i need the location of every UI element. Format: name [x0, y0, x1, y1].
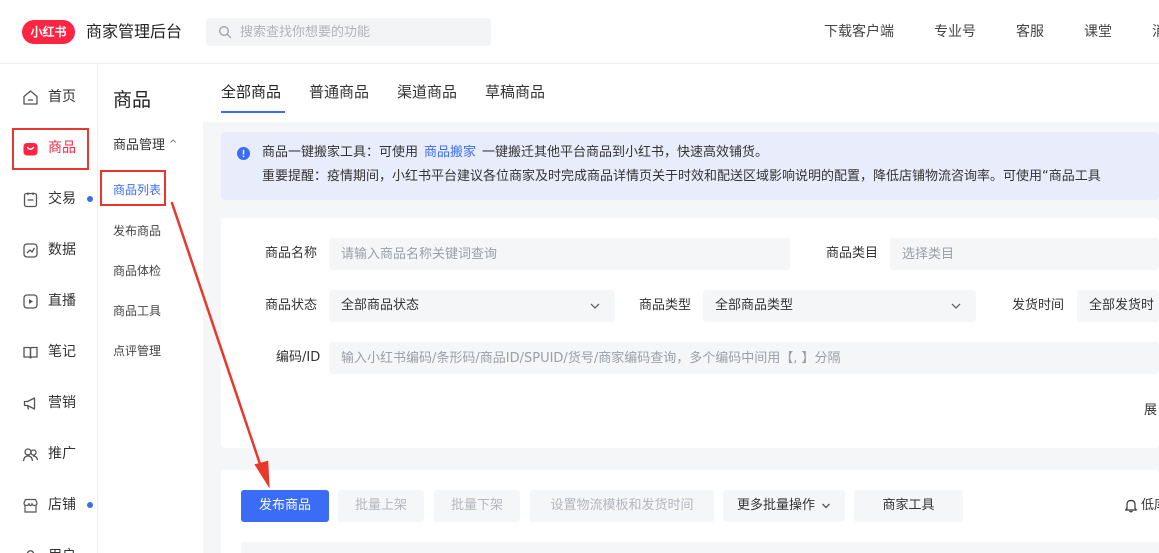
- main-sidebar: 首页 商品 交易 数据 直播 笔记 营销 推广 店铺: [0, 64, 98, 553]
- category-select[interactable]: [890, 238, 1159, 270]
- product-tabs: 全部商品 普通商品 渠道商品 草稿商品: [203, 64, 1159, 122]
- sidebar-item-marketing[interactable]: 营销: [10, 383, 90, 423]
- sidebar-item-trade[interactable]: 交易: [10, 179, 93, 219]
- info-icon: [237, 147, 250, 160]
- notice-line-1: 商品一键搬家工具：可使用 商品搬家 一键搬迁其他平台商品到小红书，快速高效铺货。: [262, 144, 768, 162]
- play-icon: [23, 294, 38, 309]
- tab-normal-products[interactable]: 普通商品: [309, 82, 369, 102]
- chevron-down-icon: [590, 303, 600, 309]
- select-value: 全部商品类型: [715, 298, 794, 313]
- product-type-select[interactable]: 全部商品类型: [703, 290, 976, 322]
- bell-icon: [1124, 499, 1138, 513]
- sidebar-item-label: 数据: [48, 242, 76, 258]
- notice-text: 一键搬迁其他平台商品到小红书，快速高效铺货。: [482, 145, 769, 160]
- action-toolbar: 发布商品 批量上架 批量下架 设置物流模板和发货时间 更多批量操作 商家工具 低…: [221, 470, 1159, 553]
- notice-banner: 商品一键搬家工具：可使用 商品搬家 一键搬迁其他平台商品到小红书，快速高效铺货。 重…: [221, 132, 1159, 200]
- xiaohongshu-logo[interactable]: 小红书: [22, 20, 75, 44]
- sidebar-item-products[interactable]: 商品: [10, 128, 90, 168]
- sidebar-item-label: 笔记: [48, 344, 76, 360]
- subnav-group-product-management[interactable]: 商品管理 ^: [113, 136, 177, 155]
- filter-label-name: 商品名称: [265, 246, 318, 261]
- button-label: 更多批量操作: [736, 498, 815, 513]
- select-value: 全部商品状态: [341, 298, 420, 313]
- tab-draft-products[interactable]: 草稿商品: [485, 82, 545, 102]
- top-bar: 小红书 商家管理后台 下载客户端 专业号 客服 课堂 消: [0, 0, 1159, 64]
- chevron-down-icon: [822, 503, 830, 508]
- sidebar-item-notes[interactable]: 笔记: [10, 332, 90, 372]
- book-icon: [23, 346, 38, 359]
- tab-channel-products[interactable]: 渠道商品: [397, 82, 457, 102]
- subnav-group-label: 商品管理: [113, 138, 166, 153]
- code-id-input[interactable]: [329, 342, 1159, 374]
- filter-label-type: 商品类型: [639, 298, 692, 313]
- publish-product-button[interactable]: 发布商品: [241, 490, 329, 522]
- batch-list-button[interactable]: 批量上架: [338, 490, 424, 522]
- nav-download-client[interactable]: 下载客户端: [824, 23, 894, 41]
- chevron-down-icon: [951, 303, 961, 309]
- store-icon: [23, 498, 38, 513]
- sidebar-item-promotion[interactable]: 推广: [10, 434, 90, 474]
- section-title: 商品: [113, 89, 152, 111]
- subnav-item-product-check[interactable]: 商品体检: [113, 263, 161, 279]
- sidebar-item-label: 店铺: [48, 497, 76, 513]
- search-input[interactable]: [240, 18, 485, 46]
- nav-classroom[interactable]: 课堂: [1084, 23, 1112, 41]
- filter-label-ship-time: 发货时间: [1012, 298, 1065, 313]
- notification-dot: [87, 502, 93, 508]
- filter-label-status: 商品状态: [265, 298, 318, 313]
- low-stock-alert-link[interactable]: 低库: [1141, 497, 1159, 515]
- notice-line-2: 重要提醒：疫情期间，小红书平台建议各位商家及时完成商品详情页关于时效和配送区域影…: [262, 169, 1101, 184]
- clipboard-icon: [23, 192, 38, 208]
- sidebar-item-label: 商品: [48, 140, 76, 156]
- sidebar-item-users[interactable]: 用户: [10, 536, 90, 553]
- global-search[interactable]: [206, 18, 491, 46]
- sidebar-item-label: 直播: [48, 293, 76, 309]
- sidebar-item-store[interactable]: 店铺: [10, 485, 93, 525]
- active-tab-indicator: [221, 111, 285, 113]
- merchant-tools-button[interactable]: 商家工具: [854, 490, 963, 522]
- users-icon: [22, 448, 39, 462]
- main-content: 全部商品 普通商品 渠道商品 草稿商品 商品一键搬家工具：可使用 商品搬家 一键搬迁…: [203, 64, 1159, 553]
- subnav-item-publish-product[interactable]: 发布商品: [113, 223, 161, 239]
- search-icon: [219, 26, 232, 39]
- sidebar-item-label: 交易: [48, 191, 76, 207]
- sidebar-item-label: 首页: [48, 89, 76, 105]
- nav-customer-service[interactable]: 客服: [1016, 23, 1044, 41]
- product-status-select[interactable]: 全部商品状态: [329, 290, 615, 322]
- subnav-item-review-management[interactable]: 点评管理: [113, 343, 161, 359]
- sidebar-item-label: 用户: [48, 547, 76, 553]
- notice-text: 商品一键搬家工具：可使用: [262, 145, 419, 160]
- nav-messages[interactable]: 消: [1152, 23, 1159, 41]
- megaphone-icon: [23, 397, 36, 410]
- sidebar-item-label: 推广: [48, 446, 76, 462]
- ship-time-select[interactable]: 全部发货时: [1077, 290, 1159, 322]
- subnav-item-product-tools[interactable]: 商品工具: [113, 303, 161, 319]
- sub-sidebar: 商品 商品管理 ^ 商品列表 发布商品 商品体检 商品工具 点评管理: [98, 64, 203, 553]
- notification-dot: [87, 196, 93, 202]
- subnav-item-product-list[interactable]: 商品列表: [113, 182, 161, 198]
- more-batch-actions-button[interactable]: 更多批量操作: [723, 490, 845, 522]
- sidebar-item-data[interactable]: 数据: [10, 230, 90, 270]
- filter-panel: 商品名称 商品类目 商品状态 全部商品状态 商品类型 全部商品类型 发货时间 全…: [221, 218, 1159, 448]
- batch-unlist-button[interactable]: 批量下架: [434, 490, 520, 522]
- sidebar-item-home[interactable]: 首页: [10, 77, 90, 117]
- user-icon: [26, 550, 35, 553]
- nav-professional-account[interactable]: 专业号: [934, 23, 976, 41]
- table-header-strip: [241, 542, 1159, 553]
- tab-all-products[interactable]: 全部商品: [221, 82, 281, 102]
- filter-label-category: 商品类目: [826, 246, 879, 261]
- product-name-input[interactable]: [329, 238, 790, 270]
- sidebar-item-label: 营销: [48, 395, 76, 411]
- chart-icon: [23, 243, 38, 258]
- sidebar-item-live[interactable]: 直播: [10, 281, 90, 321]
- product-move-link[interactable]: 商品搬家: [424, 145, 476, 160]
- select-value: 全部发货时: [1089, 298, 1155, 313]
- filter-label-code: 编码/ID: [276, 350, 321, 365]
- app-title: 商家管理后台: [86, 22, 183, 41]
- home-icon: [23, 90, 38, 105]
- chevron-up-icon: ^: [169, 139, 178, 150]
- set-logistics-button[interactable]: 设置物流模板和发货时间: [530, 490, 714, 522]
- expand-filters-button[interactable]: 展: [1144, 402, 1157, 420]
- bag-icon: [23, 143, 38, 156]
